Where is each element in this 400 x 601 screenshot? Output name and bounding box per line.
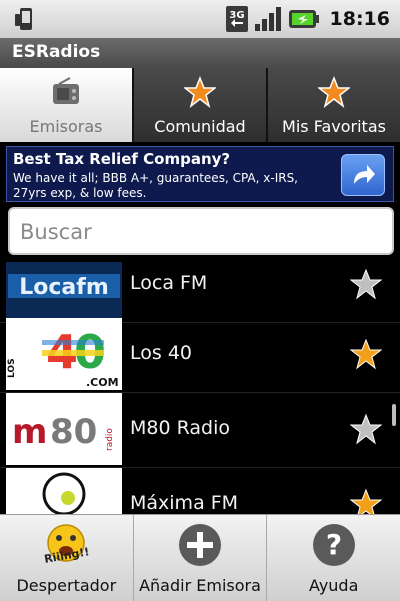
station-row-loca-fm[interactable]: Locafm Loca FM — [0, 262, 400, 323]
loca-fm-logo: Locafm — [6, 262, 122, 320]
status-bar: 3G 18:16 — [0, 0, 400, 38]
tab-label: Comunidad — [154, 117, 246, 136]
ad-title: Best Tax Relief Company? — [13, 150, 231, 168]
station-logo: Locafm — [6, 262, 122, 320]
ad-text: We have it all; BBB A+, guarantees, CPA,… — [13, 171, 298, 200]
station-name: Los 40 — [130, 342, 192, 364]
search-input[interactable] — [18, 217, 382, 247]
help-circle-icon: ? — [312, 524, 355, 566]
signal-icon — [254, 7, 281, 31]
bottom-menu-label: Despertador — [16, 576, 117, 595]
svg-text:.COM: .COM — [86, 376, 119, 389]
tab-mis-favoritas[interactable]: Mis Favoritas — [268, 68, 400, 142]
network-3g-icon: 3G — [225, 6, 248, 32]
ad-banner[interactable]: Best Tax Relief Company? We have it all;… — [6, 146, 394, 202]
status-time: 18:16 — [329, 8, 390, 30]
station-name: Loca FM — [130, 272, 208, 294]
favorite-star-icon[interactable] — [350, 413, 382, 445]
svg-text:m: m — [12, 412, 47, 452]
tab-label: Mis Favoritas — [282, 117, 386, 136]
svg-text:LOS: LOS — [7, 358, 17, 378]
favorite-star-icon[interactable] — [350, 268, 382, 300]
share-arrow-icon — [354, 165, 375, 184]
help-button[interactable]: ? Ayuda — [267, 515, 400, 601]
tab-comunidad[interactable]: Comunidad — [134, 68, 268, 142]
station-name: M80 Radio — [130, 417, 231, 439]
radio-icon — [53, 77, 79, 104]
bottom-menu: Riiing!! Despertador Añadir Emisora ? Ay… — [0, 514, 400, 601]
star-icon — [318, 76, 350, 108]
station-logo: m 80 radio — [6, 393, 122, 465]
station-name: Máxima FM — [130, 492, 239, 514]
ad-open-button[interactable] — [341, 154, 385, 196]
station-row-los-40[interactable]: 4 0 LOS .COM Los 40 — [0, 318, 400, 393]
svg-text:80: 80 — [50, 412, 97, 452]
network-label: 3G — [229, 10, 244, 21]
plus-circle-icon — [179, 524, 221, 566]
list-scrollbar[interactable] — [392, 404, 396, 426]
svg-text:radio: radio — [105, 428, 115, 451]
los-40-logo: 4 0 LOS .COM — [6, 318, 122, 390]
tab-label: Emisoras — [29, 117, 103, 136]
phone-icon — [15, 8, 32, 30]
bottom-menu-label: Añadir Emisora — [139, 576, 261, 595]
app-title: ESRadios — [12, 42, 101, 62]
search-box[interactable] — [8, 207, 394, 255]
despertador-button[interactable]: Riiing!! Despertador — [0, 515, 134, 601]
app-title-bar: ESRadios — [0, 38, 400, 69]
bottom-menu-label: Ayuda — [308, 576, 359, 595]
svg-text:?: ? — [326, 528, 342, 561]
star-icon — [184, 76, 216, 108]
tab-emisoras[interactable]: Emisoras — [0, 68, 134, 142]
logo-text: Locafm — [19, 275, 109, 300]
battery-icon — [288, 10, 319, 28]
add-station-button[interactable]: Añadir Emisora — [133, 515, 268, 601]
favorite-star-icon[interactable] — [350, 338, 382, 370]
station-logo: 4 0 LOS .COM — [6, 318, 122, 390]
tab-bar: Emisoras Comunidad Mis Favoritas — [0, 68, 400, 142]
station-row-m80-radio[interactable]: m 80 radio M80 Radio — [0, 393, 400, 468]
m80-logo: m 80 radio — [6, 393, 122, 465]
